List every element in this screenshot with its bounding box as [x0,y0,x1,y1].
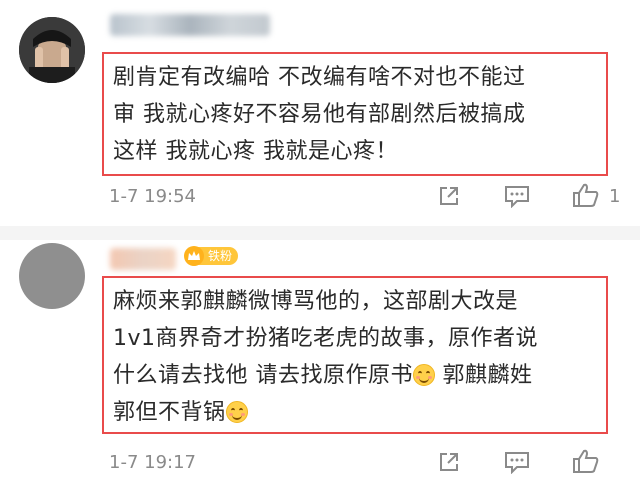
comment-text-line: 郭麒麟姓 [435,363,533,388]
badge-label: 铁粉 [198,247,239,265]
comment-item: 铁粉 麻烦来郭麒麟微博骂他的，这部剧大改是 1v1商界奇才扮猪吃老虎的故事，原作… [0,0,640,488]
comment-button[interactable] [503,449,531,475]
crown-icon [184,246,204,266]
comment-text-box: 麻烦来郭麒麟微博骂他的，这部剧大改是 1v1商界奇才扮猪吃老虎的故事，原作者说 … [102,276,608,434]
username-blurred[interactable] [110,248,176,270]
comment-icon [505,452,529,474]
share-button[interactable] [436,449,462,475]
comment-text-line: 1v1商界奇才扮猪吃老虎的故事，原作者说 [113,326,539,351]
fan-badge: 铁粉 [184,244,239,268]
comment-text-line: 郭但不背锅 [113,400,226,425]
avatar[interactable] [19,243,85,309]
comment-text: 麻烦来郭麒麟微博骂他的，这部剧大改是 1v1商界奇才扮猪吃老虎的故事，原作者说 … [104,278,606,431]
comment-text-line: 麻烦来郭麒麟微博骂他的，这部剧大改是 [113,289,519,314]
smile-emoji-icon [225,401,248,423]
like-icon [573,449,599,473]
smile-emoji-icon [413,364,435,386]
comment-text-line: 什么请去找他 请去找原作原书 [113,363,413,388]
like-button[interactable] [571,447,601,475]
share-icon [440,453,458,471]
comment-time: 1-7 19:17 [109,452,196,473]
